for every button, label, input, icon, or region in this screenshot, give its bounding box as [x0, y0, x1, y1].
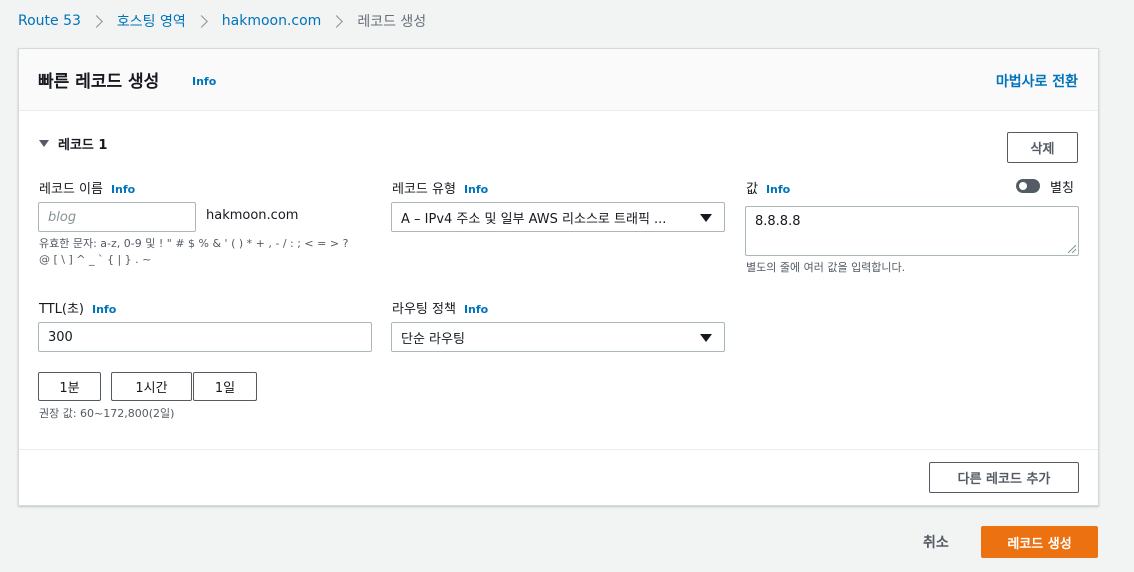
dropdown-arrow-icon — [700, 214, 712, 222]
caret-down-icon — [39, 140, 49, 147]
record-name-label: 레코드 이름 Info — [39, 178, 135, 197]
record-name-input[interactable]: blog — [38, 202, 196, 232]
value-label: 값 Info — [746, 178, 790, 197]
breadcrumb-hosted-zones[interactable]: 호스팅 영역 — [117, 11, 186, 31]
ttl-1-minute-button[interactable]: 1분 — [38, 372, 101, 401]
delete-record-button[interactable]: 삭제 — [1007, 132, 1078, 163]
record-type-label: 레코드 유형 Info — [392, 178, 488, 197]
record-type-select[interactable]: A – IPv4 주소 및 일부 AWS 리소스로 트래픽 ... — [391, 202, 725, 232]
resize-handle-icon[interactable] — [1068, 245, 1076, 253]
record-name-hint: 유효한 문자: a-z, 0-9 및 ! " # $ % & ' ( ) * +… — [39, 237, 349, 266]
create-records-button[interactable]: 레코드 생성 — [981, 526, 1098, 558]
record-name-info-link[interactable]: Info — [111, 183, 135, 196]
page-title: 빠른 레코드 생성 — [38, 72, 160, 92]
value-info-link[interactable]: Info — [766, 183, 790, 196]
ttl-input[interactable]: 300 — [38, 322, 372, 352]
panel-header: 빠른 레코드 생성 Info 마법사로 전환 — [19, 49, 1098, 111]
alias-label: 별칭 — [1050, 181, 1074, 196]
record-type-value: A – IPv4 주소 및 일부 AWS 리소스로 트래픽 ... — [401, 211, 667, 227]
ttl-info-link[interactable]: Info — [92, 303, 116, 316]
breadcrumb-current: 레코드 생성 — [357, 14, 427, 30]
chevron-right-icon — [90, 14, 103, 28]
routing-policy-info-link[interactable]: Info — [464, 303, 488, 316]
chevron-right-icon — [194, 14, 208, 28]
quick-create-panel: 빠른 레코드 생성 Info 마법사로 전환 레코드 1 삭제 레코드 이름 In… — [18, 48, 1099, 506]
record-name-label-text: 레코드 이름 — [39, 182, 103, 197]
cancel-button[interactable]: 취소 — [923, 532, 949, 552]
breadcrumb: Route 53 호스팅 영역 hakmoon.com 레코드 생성 — [18, 11, 426, 31]
breadcrumb-route53[interactable]: Route 53 — [18, 13, 81, 29]
value-text: 8.8.8.8 — [755, 214, 801, 229]
ttl-1-day-button[interactable]: 1일 — [193, 372, 257, 401]
value-textarea[interactable]: 8.8.8.8 — [745, 206, 1079, 256]
breadcrumb-zone[interactable]: hakmoon.com — [222, 13, 322, 29]
ttl-label: TTL(초) Info — [39, 298, 116, 317]
ttl-hint: 권장 값: 60~172,800(2일) — [39, 407, 175, 420]
section-divider — [19, 449, 1098, 450]
value-label-text: 값 — [746, 182, 758, 197]
switch-to-wizard-link[interactable]: 마법사로 전환 — [996, 71, 1078, 91]
record-type-label-text: 레코드 유형 — [392, 182, 456, 197]
value-hint: 별도의 줄에 여러 값을 입력합니다. — [746, 261, 906, 274]
routing-policy-label: 라우팅 정책 Info — [392, 298, 488, 317]
add-another-record-button[interactable]: 다른 레코드 추가 — [929, 462, 1079, 493]
dropdown-arrow-icon — [700, 334, 712, 342]
routing-policy-value: 단순 라우팅 — [401, 331, 465, 347]
record-type-info-link[interactable]: Info — [464, 183, 488, 196]
routing-policy-select[interactable]: 단순 라우팅 — [391, 322, 725, 352]
zone-suffix: hakmoon.com — [206, 208, 299, 223]
alias-toggle[interactable] — [1016, 179, 1040, 193]
record-section-toggle[interactable]: 레코드 1 — [39, 134, 107, 153]
title-info-link[interactable]: Info — [192, 75, 216, 88]
routing-policy-label-text: 라우팅 정책 — [392, 302, 456, 317]
ttl-1-hour-button[interactable]: 1시간 — [111, 372, 192, 401]
record-section-label: 레코드 1 — [58, 138, 108, 153]
chevron-right-icon — [330, 14, 344, 28]
ttl-label-text: TTL(초) — [39, 302, 84, 317]
toggle-knob — [1019, 182, 1027, 190]
